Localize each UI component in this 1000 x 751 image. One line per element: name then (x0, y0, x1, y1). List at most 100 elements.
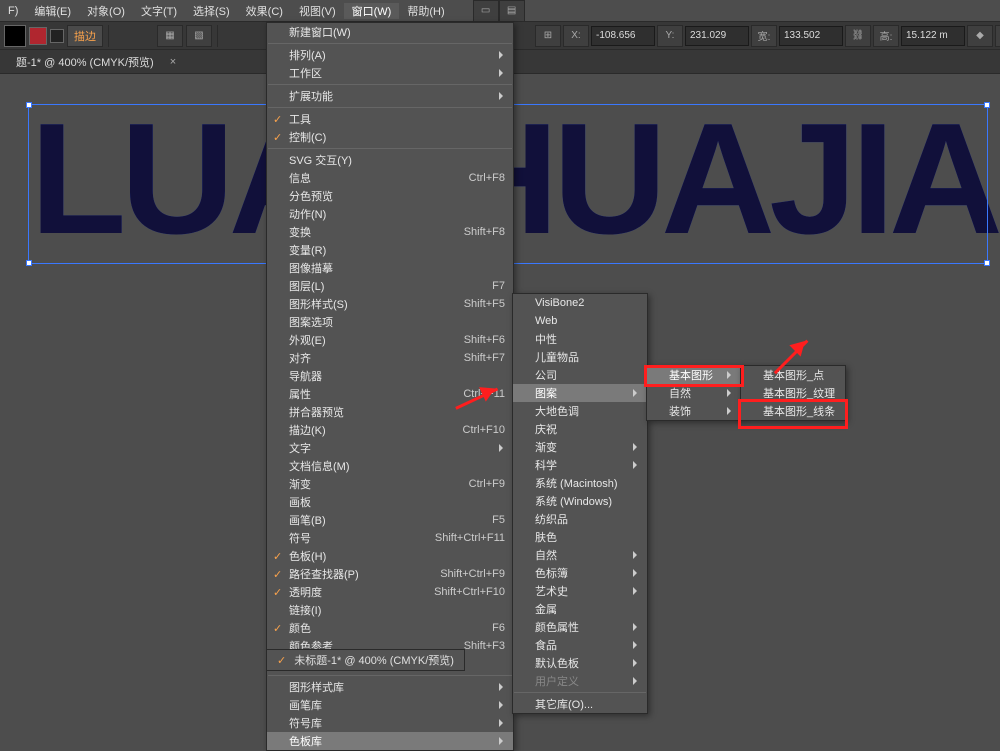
y-field[interactable]: 231.029 (685, 26, 749, 46)
bbox-handle-se[interactable] (984, 260, 990, 266)
align-icon-2[interactable]: ▧ (186, 25, 212, 47)
close-icon[interactable]: × (164, 56, 182, 68)
menu-select[interactable]: 选择(S) (185, 3, 238, 19)
menu-item[interactable]: 科学 (513, 456, 647, 474)
menu-item[interactable]: 基本图形_线条 (741, 402, 845, 420)
doc-tab[interactable]: 题-1* @ 400% (CMYK/预览) (6, 54, 164, 70)
menu-item[interactable]: 对齐Shift+F7 (267, 349, 513, 367)
menu-item[interactable]: 其它库(O)... (513, 695, 647, 713)
menu-item[interactable]: SVG 交互(Y) (267, 151, 513, 169)
menu-item[interactable]: 画笔库 (267, 696, 513, 714)
menu-item[interactable]: 渐变 (513, 438, 647, 456)
w-field[interactable]: 133.502 (779, 26, 843, 46)
x-field[interactable]: -108.656 (591, 26, 655, 46)
menu-file[interactable]: F) (0, 5, 26, 17)
menu-item[interactable]: 画板 (267, 493, 513, 511)
menu-item[interactable]: 食品 (513, 636, 647, 654)
menu-item[interactable]: 用户定义 (513, 672, 647, 690)
menu-item[interactable]: 分色预览 (267, 187, 513, 205)
window-list-label: 未标题-1* @ 400% (CMYK/预览) (294, 652, 454, 668)
fill-swatch[interactable] (4, 25, 26, 47)
menu-item[interactable]: 图像描摹 (267, 259, 513, 277)
menu-item[interactable]: 装饰 (647, 402, 741, 420)
menu-item[interactable]: 纺织品 (513, 510, 647, 528)
bbox-handle-sw[interactable] (26, 260, 32, 266)
menu-item[interactable]: 默认色板 (513, 654, 647, 672)
menu-item[interactable]: ✓颜色F6 (267, 619, 513, 637)
menu-item[interactable]: 工作区 (267, 64, 513, 82)
menu-item[interactable]: 信息Ctrl+F8 (267, 169, 513, 187)
menu-item[interactable]: 自然 (647, 384, 741, 402)
menu-item[interactable]: 图层(L)F7 (267, 277, 513, 295)
menu-item[interactable]: Web (513, 312, 647, 330)
menu-item[interactable]: 文档信息(M) (267, 457, 513, 475)
menu-item[interactable]: 渐变Ctrl+F9 (267, 475, 513, 493)
menu-item[interactable]: 自然 (513, 546, 647, 564)
h-field[interactable]: 15.122 m (901, 26, 965, 46)
menu-item[interactable]: 公司 (513, 366, 647, 384)
menu-object[interactable]: 对象(O) (79, 3, 133, 19)
menu-item[interactable]: 庆祝 (513, 420, 647, 438)
stroke-label[interactable]: 描边 (67, 25, 103, 47)
menu-item[interactable]: 图形样式库 (267, 678, 513, 696)
menu-item[interactable]: 中性 (513, 330, 647, 348)
bbox-handle-nw[interactable] (26, 102, 32, 108)
menu-item[interactable]: 金属 (513, 600, 647, 618)
menu-item[interactable]: VisiBone2 (513, 294, 647, 312)
menu-item[interactable]: 色标簿 (513, 564, 647, 582)
menu-item[interactable]: ✓工具 (267, 110, 513, 128)
menu-item[interactable]: 排列(A) (267, 46, 513, 64)
menu-item[interactable]: 文字 (267, 439, 513, 457)
menu-item[interactable]: ✓路径查找器(P)Shift+Ctrl+F9 (267, 565, 513, 583)
menu-item[interactable]: 大地色调 (513, 402, 647, 420)
menu-item[interactable]: 链接(I) (267, 601, 513, 619)
bbox-handle-ne[interactable] (984, 102, 990, 108)
check-icon: ✓ (277, 654, 286, 667)
menu-item[interactable]: 系统 (Macintosh) (513, 474, 647, 492)
link-wh-icon[interactable]: ⛓ (845, 25, 871, 47)
window-list-item[interactable]: ✓ 未标题-1* @ 400% (CMYK/预览) (266, 649, 465, 671)
shape1-icon[interactable]: ◆ (967, 25, 993, 47)
menu-item[interactable]: 画笔(B)F5 (267, 511, 513, 529)
menu-item[interactable]: 儿童物品 (513, 348, 647, 366)
menu-effect[interactable]: 效果(C) (238, 3, 291, 19)
menu-item[interactable]: ✓透明度Shift+Ctrl+F10 (267, 583, 513, 601)
menu-window[interactable]: 窗口(W) (344, 3, 400, 19)
shape2-icon[interactable]: ▣ (995, 25, 1000, 47)
w-label-icon: 宽: (751, 25, 777, 47)
menu-item[interactable]: 变量(R) (267, 241, 513, 259)
menu-item[interactable]: 图案选项 (267, 313, 513, 331)
panel-icon[interactable]: ▤ (499, 0, 525, 22)
menu-item[interactable]: ✓控制(C) (267, 128, 513, 146)
pattern-menu: 基本图形自然装饰 (646, 365, 742, 421)
menu-edit[interactable]: 编辑(E) (26, 3, 79, 19)
menu-item[interactable]: 符号Shift+Ctrl+F11 (267, 529, 513, 547)
menu-item[interactable]: 扩展功能 (267, 87, 513, 105)
menu-item[interactable]: 基本图形 (647, 366, 741, 384)
fill-icon[interactable] (29, 27, 47, 45)
stroke-swatch[interactable] (50, 29, 64, 43)
menu-item[interactable]: ✓色板(H) (267, 547, 513, 565)
menu-item[interactable]: 色板库 (267, 732, 513, 750)
swatch-lib-menu: VisiBone2Web中性儿童物品公司图案大地色调庆祝渐变科学系统 (Maci… (512, 293, 648, 714)
menu-text[interactable]: 文字(T) (133, 3, 185, 19)
menubar: F) 编辑(E) 对象(O) 文字(T) 选择(S) 效果(C) 视图(V) 窗… (0, 0, 1000, 22)
menu-item[interactable]: 外观(E)Shift+F6 (267, 331, 513, 349)
menu-item[interactable]: 颜色属性 (513, 618, 647, 636)
layout-icon[interactable]: ▭ (473, 0, 499, 22)
menu-item[interactable]: 动作(N) (267, 205, 513, 223)
menu-item[interactable]: 图案 (513, 384, 647, 402)
grid-icon[interactable]: ⊞ (535, 25, 561, 47)
menu-item[interactable]: 符号库 (267, 714, 513, 732)
menu-item[interactable]: 图形样式(S)Shift+F5 (267, 295, 513, 313)
align-icon-1[interactable]: ▦ (157, 25, 183, 47)
menu-view[interactable]: 视图(V) (291, 3, 344, 19)
menu-item[interactable]: 变换Shift+F8 (267, 223, 513, 241)
menu-item[interactable]: 肤色 (513, 528, 647, 546)
h-label-icon: 高: (873, 25, 899, 47)
y-label-icon: Y: (657, 25, 683, 47)
menu-help[interactable]: 帮助(H) (399, 3, 452, 19)
menu-item[interactable]: 艺术史 (513, 582, 647, 600)
menu-item[interactable]: 系统 (Windows) (513, 492, 647, 510)
menu-item[interactable]: 新建窗口(W) (267, 23, 513, 41)
